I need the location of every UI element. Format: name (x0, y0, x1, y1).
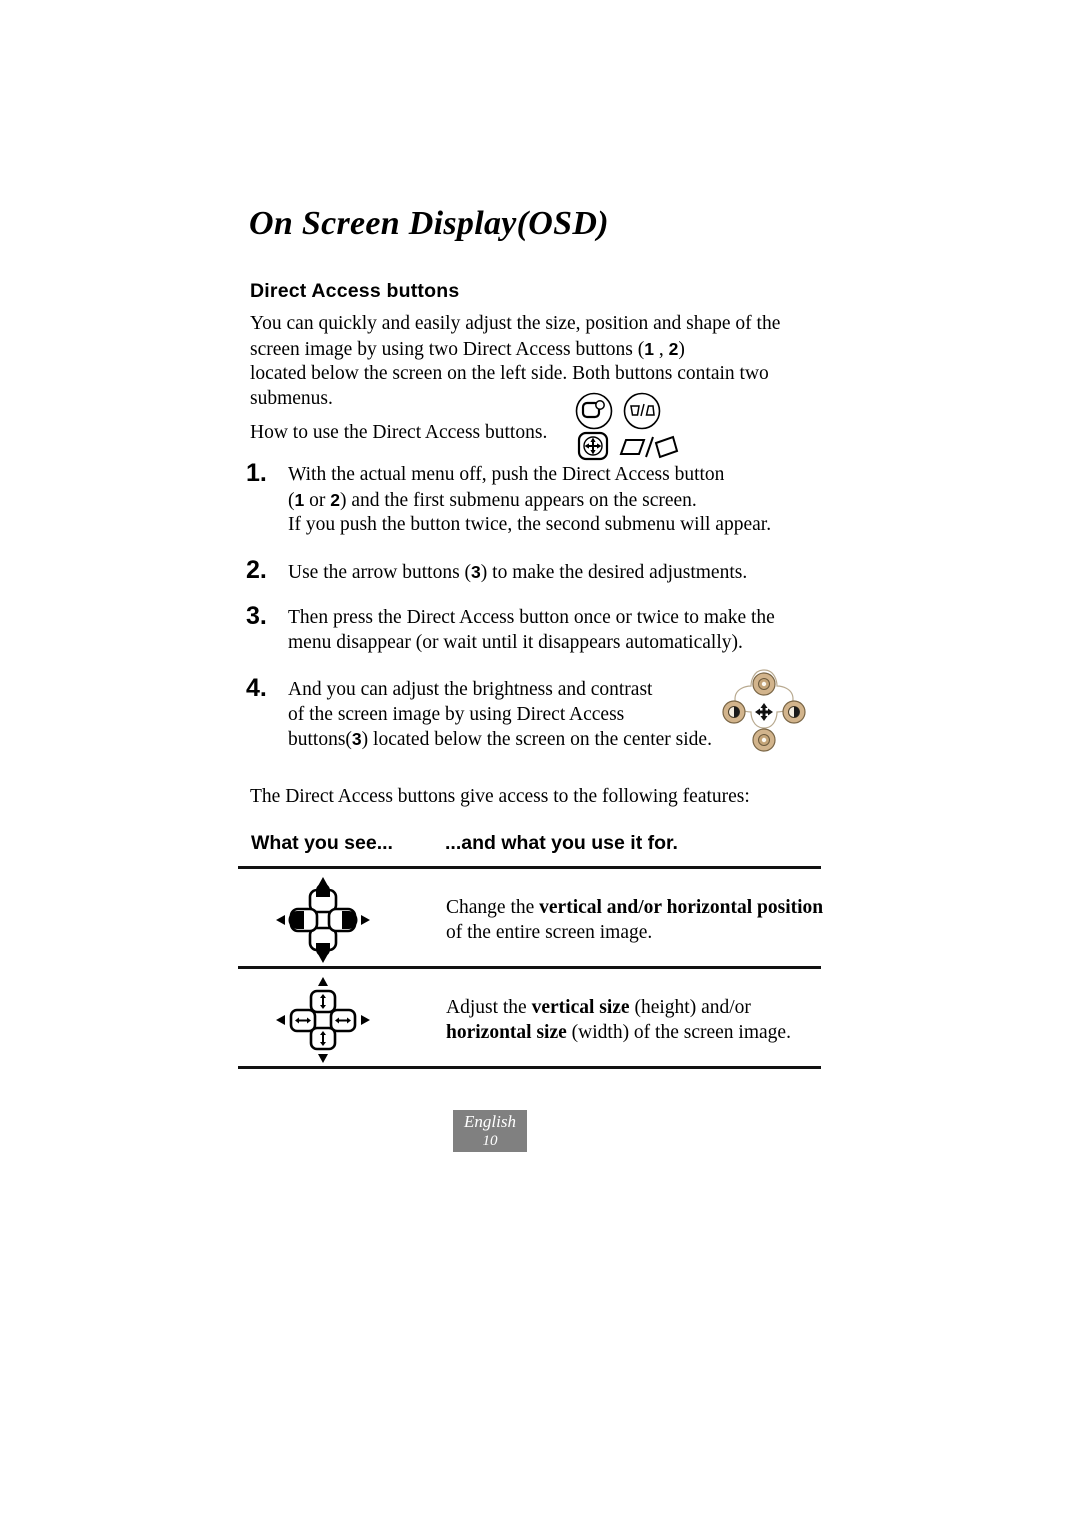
intro-line-4: submenus. (250, 387, 333, 409)
h-size-left-icon (289, 1008, 317, 1033)
step1-or: or (304, 489, 331, 511)
page-title: On Screen Display(OSD) (249, 205, 609, 242)
step3-line-2: menu disappear (or wait until it disappe… (288, 631, 743, 653)
footer-page-badge: English 10 (453, 1110, 527, 1152)
row1-text-line-1: Change the vertical and/or horizontal po… (446, 895, 826, 920)
intro-line-2-a: screen image by using two Direct Access … (250, 338, 645, 360)
arrow-left-icon (276, 1015, 285, 1025)
table-row-description: Change the vertical and/or horizontal po… (446, 895, 826, 945)
step-item-3: 3. Then press the Direct Access button o… (246, 602, 836, 655)
step1-line-2-b: ) and the first submenu appears on the s… (339, 489, 697, 511)
position-adjust-icon-group (258, 875, 428, 965)
v-position-down-icon (308, 926, 338, 957)
step-number-2: 2. (246, 556, 267, 584)
pincushion-trapezoid-icon (622, 392, 662, 430)
button-ref-3: 3 (471, 562, 481, 582)
table-rule-bottom (238, 1066, 821, 1069)
intro-line-2: screen image by using two Direct Access … (250, 337, 826, 363)
arrow-right-icon (361, 915, 370, 925)
step2-line-1: Use the arrow buttons (3) to make the de… (288, 560, 836, 586)
step-body-2: Use the arrow buttons (3) to make the de… (288, 560, 836, 586)
size-adjust-icon-group (258, 975, 428, 1065)
button-ref-2: 2 (330, 489, 340, 510)
button-ref-3: 3 (351, 729, 362, 749)
intro-line-2-b: ) (678, 338, 685, 360)
row2-text-c: (width) of the screen image. (566, 1022, 791, 1043)
step-body-3: Then press the Direct Access button once… (288, 606, 836, 655)
row1-text-a: Change the (446, 897, 540, 918)
button-down (752, 728, 776, 752)
arrow-down-icon (318, 1054, 328, 1063)
step1-line-2: (1 or 2) and the first submenu appears o… (288, 488, 836, 514)
features-lead-in: The Direct Access buttons give access to… (250, 786, 750, 807)
button-ref-1: 1 (294, 489, 305, 510)
direct-access-buttons-photo (719, 668, 809, 754)
step-body-1: With the actual menu off, push the Direc… (288, 463, 836, 538)
step-item-2: 2. Use the arrow buttons (3) to make the… (246, 556, 836, 586)
table-header-row: What you see... ...and what you use it f… (238, 832, 821, 866)
footer-page-number: 10 (482, 1133, 498, 1149)
parallelogram-rotation-icon (618, 434, 679, 464)
h-size-right-icon (329, 1008, 357, 1033)
row2-text-bold-2: horizontal size (446, 1022, 567, 1043)
section-heading: Direct Access buttons (250, 280, 460, 302)
v-size-bottom-icon (309, 1026, 337, 1051)
button-ref-1: 1 (644, 338, 654, 359)
osd-submenu-icon-cluster (574, 392, 684, 464)
button-left (722, 700, 746, 724)
table-row: Adjust the vertical size (height) and/or… (238, 969, 821, 1066)
arrow-up-icon (318, 977, 328, 986)
step-number-4: 4. (246, 674, 267, 702)
step-number-3: 3. (246, 602, 267, 630)
step1-line-3: If you push the button twice, the second… (288, 514, 772, 535)
step4-line-3-a: buttons( (288, 729, 352, 750)
document-page: On Screen Display(OSD) Direct Access but… (0, 0, 1080, 1528)
step2-line-1-a: Use the arrow buttons ( (288, 562, 472, 583)
step2-line-1-b: ) to make the desired adjustments. (480, 562, 748, 583)
table-row: Change the vertical and/or horizontal po… (238, 869, 823, 966)
size-icon (574, 392, 614, 430)
intro-line-3: located below the screen on the left sid… (250, 363, 769, 384)
footer-language: English (464, 1112, 516, 1131)
step1-line-1: With the actual menu off, push the Direc… (288, 464, 725, 485)
arrow-left-icon (276, 915, 285, 925)
position-icon (576, 430, 612, 464)
row2-text-a: Adjust the (446, 997, 532, 1018)
intro-line-2-sep: , (653, 338, 669, 360)
row2-text-bold-1: vertical size (531, 997, 630, 1018)
row1-text-line-2: of the entire screen image. (446, 922, 653, 943)
button-up (752, 672, 776, 696)
row2-text-line-2: horizontal size (width) of the screen im… (446, 1020, 826, 1045)
howto-line: How to use the Direct Access buttons. (250, 422, 548, 443)
table-header-what-you-use-it-for: ...and what you use it for. (445, 832, 678, 854)
intro-line-1: You can quickly and easily adjust the si… (250, 313, 781, 334)
row1-text-bold: vertical and/or horizontal position (539, 897, 824, 918)
step3-line-1: Then press the Direct Access button once… (288, 607, 775, 628)
button-right (782, 700, 806, 724)
h-position-right-icon (327, 907, 358, 933)
h-position-left-icon (288, 907, 319, 933)
table-header-what-you-see: What you see... (251, 832, 393, 854)
features-table: What you see... ...and what you use it f… (238, 832, 823, 1069)
v-size-top-icon (309, 989, 337, 1014)
arrow-right-icon (361, 1015, 370, 1025)
step-item-1: 1. With the actual menu off, push the Di… (246, 459, 836, 538)
intro-paragraph: You can quickly and easily adjust the si… (250, 312, 826, 411)
table-row-description: Adjust the vertical size (height) and/or… (446, 995, 826, 1045)
row2-text-b: (height) and/or (629, 997, 751, 1018)
step4-line-3-b: ) located below the screen on the center… (361, 729, 712, 750)
step-number-1: 1. (246, 459, 267, 487)
row2-text-line-1: Adjust the vertical size (height) and/or (446, 995, 826, 1020)
v-position-up-icon (308, 883, 338, 914)
button-ref-2: 2 (668, 338, 679, 359)
